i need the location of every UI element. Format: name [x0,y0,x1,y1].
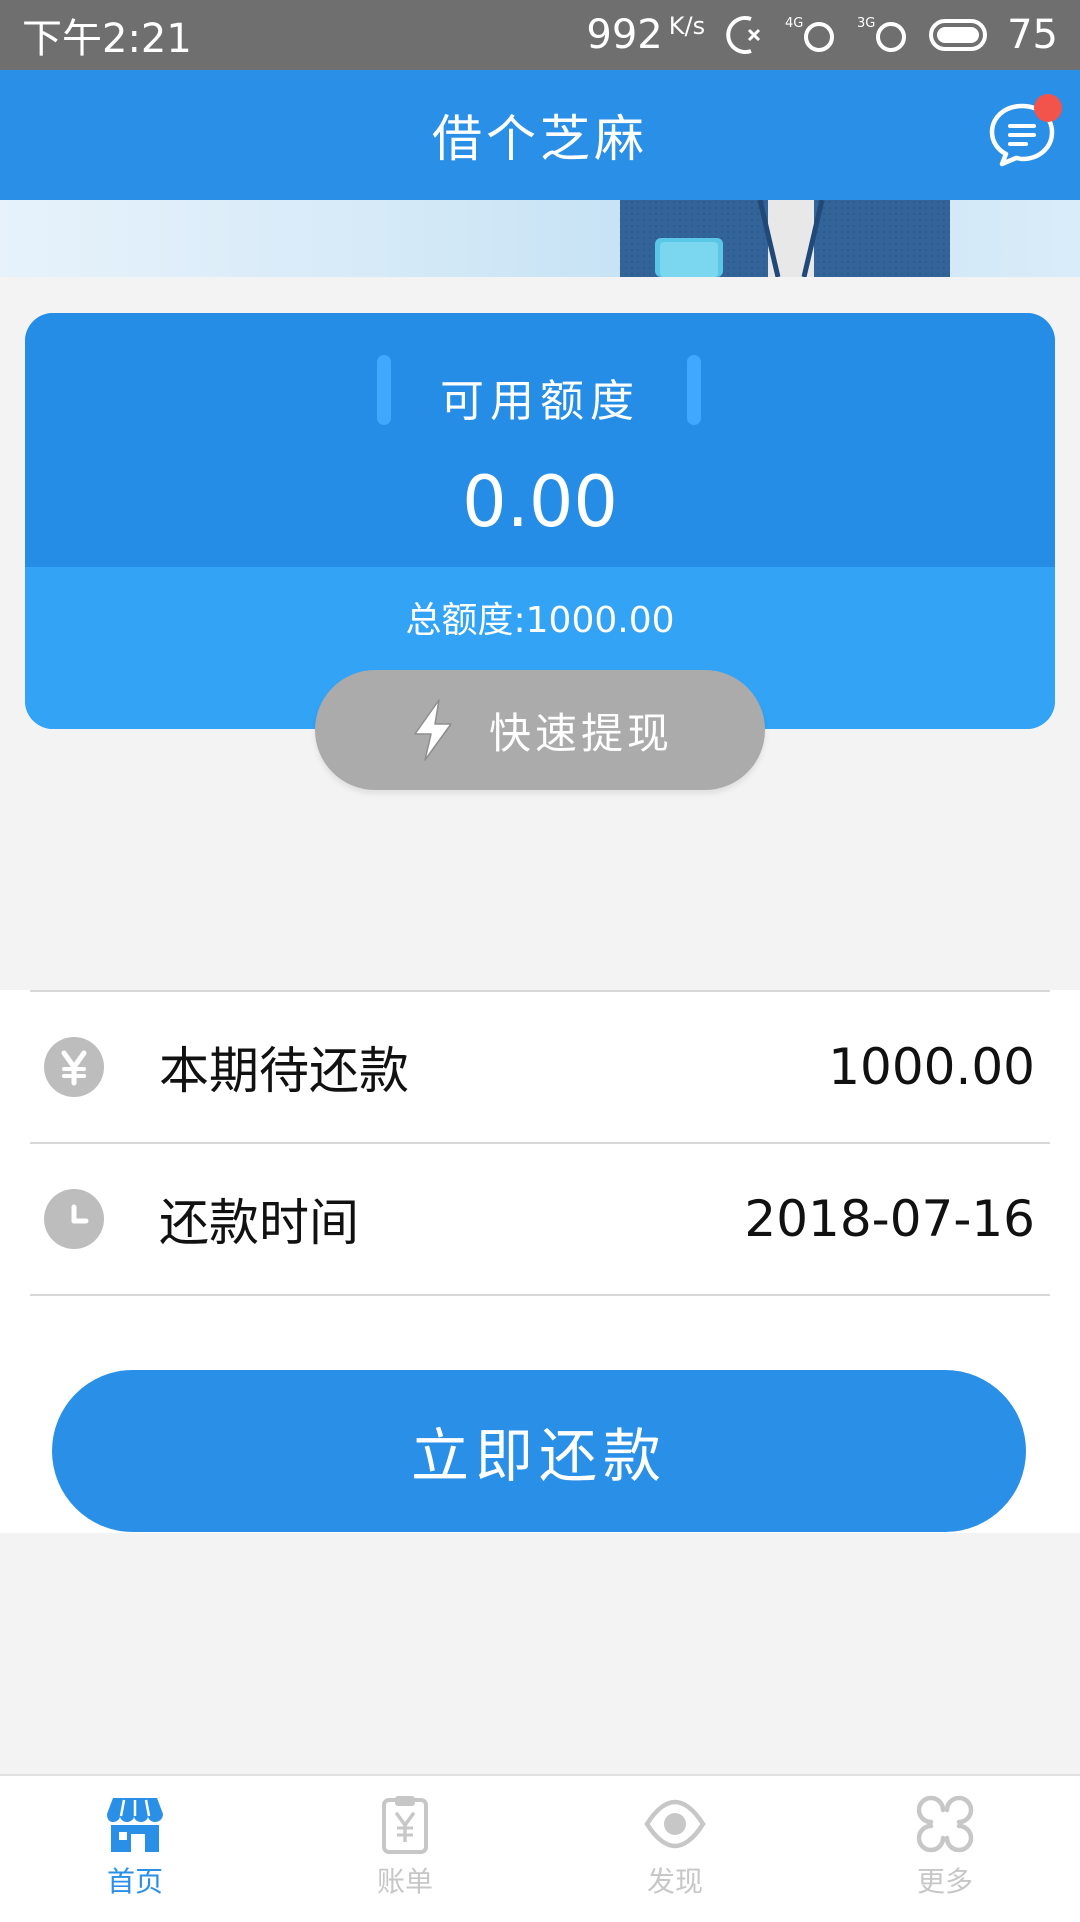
nav-label-more: 更多 [916,1865,973,1898]
status-time: 下午2:21 [22,16,192,62]
store-icon [107,1798,163,1852]
due-amount-label: 本期待还款 [159,1042,409,1100]
nav-label-bills: 账单 [376,1865,433,1898]
clock-icon [44,1189,104,1249]
credit-card: 可用额度 0.00 总额度:1000.00 [25,313,1055,729]
bill-icon [382,1796,428,1854]
do-not-disturb-icon [723,13,767,57]
lightning-icon [414,699,452,761]
yuan-icon [44,1037,104,1097]
nav-item-more[interactable]: 更多 [810,1776,1080,1922]
bottom-nav: 首页 账单 发现 更多 [0,1774,1080,1922]
svg-text:3G: 3G [857,16,875,31]
total-quota: 总额度:1000.00 [405,600,675,641]
nav-item-bills[interactable]: 账单 [270,1776,540,1922]
nav-item-discover[interactable]: 发现 [540,1776,810,1922]
network-speed: 992 K/s [586,12,706,58]
nav-label-home: 首页 [106,1865,163,1898]
divider [30,1294,1050,1296]
available-label: 可用额度 [440,376,640,427]
quick-withdraw-label: 快速提现 [488,708,673,758]
signal-3g-icon: 3G [857,13,911,57]
quick-withdraw-button[interactable]: 快速提现 [315,670,765,790]
due-date-label: 还款时间 [159,1194,359,1252]
notification-badge [1034,94,1062,122]
eye-icon [644,1799,706,1849]
promo-banner[interactable] [0,200,1080,277]
status-bar: 下午2:21 992 K/s 4G 3G 75 [0,0,1080,70]
message-button[interactable] [986,94,1062,170]
page-title: 借个芝麻 [432,110,648,168]
battery-icon [929,18,989,52]
more-icon [916,1795,974,1853]
app-header: 借个芝麻 [0,70,1080,200]
due-amount-row: 本期待还款 1000.00 [30,992,1035,1142]
available-amount: 0.00 [462,461,618,543]
banner-image [620,200,950,277]
signal-4g-icon: 4G [785,13,839,57]
repay-now-button[interactable]: 立即还款 [52,1370,1026,1532]
due-amount-value: 1000.00 [828,1038,1035,1096]
battery-level: 75 [1007,12,1058,58]
nav-label-discover: 发现 [646,1865,703,1898]
due-date-row: 还款时间 2018-07-16 [30,1144,1035,1294]
due-date-value: 2018-07-16 [744,1190,1035,1248]
nav-item-home[interactable]: 首页 [0,1776,270,1922]
svg-text:4G: 4G [785,16,803,31]
